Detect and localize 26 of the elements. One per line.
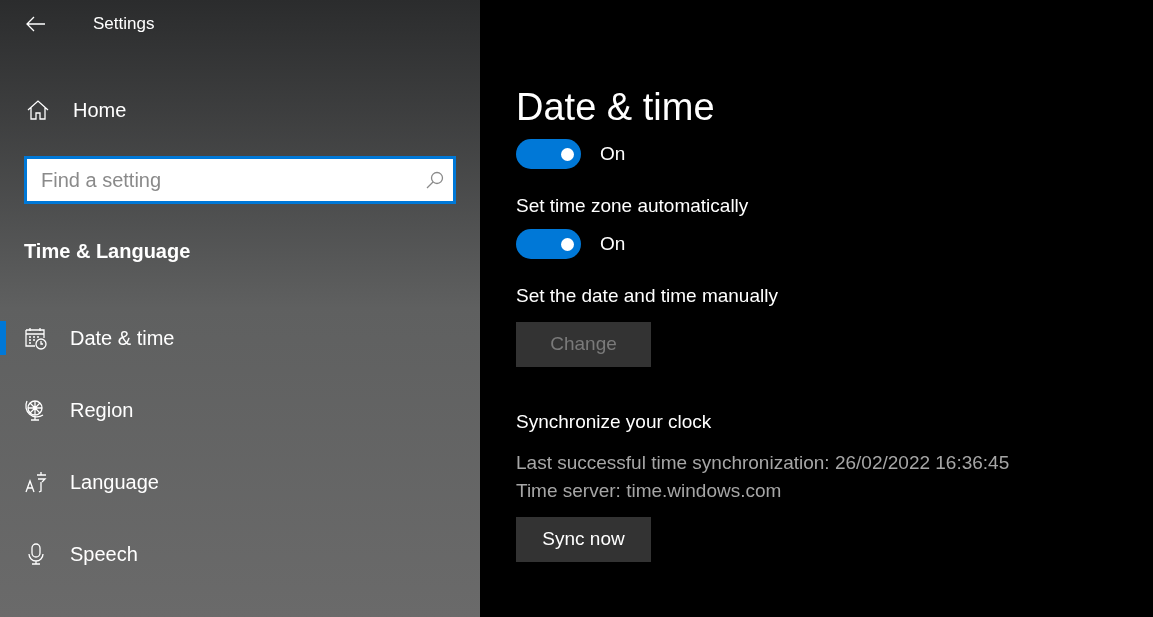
nav-item[interactable]: Region [0,386,480,434]
home-link[interactable]: Home [26,86,127,134]
home-icon [26,98,50,122]
nav-item[interactable]: Language [0,458,480,506]
window-title: Settings [93,13,155,36]
info-text: Time server: time.windows.com [516,479,783,503]
language-icon [24,470,48,494]
selection-indicator [0,321,6,355]
nav-item[interactable]: Speech [0,530,480,578]
nav-item[interactable]: Date & time [0,314,480,362]
action-button: Change [516,322,651,367]
toggle-state-label: On [600,141,626,166]
toggle-switch[interactable] [516,229,581,259]
info-text: Last successful time synchronization: 26/02/2022 16:36:45 [516,451,1011,475]
search-field[interactable]: Find a setting [24,156,456,204]
section-heading: Synchronize your clock [516,410,713,434]
setting-label: Set the date and time manually [516,284,779,308]
toggle-state-label: On [600,231,626,256]
back-arrow-icon [26,16,46,32]
search-icon [426,171,444,189]
calendar-clock-icon [24,326,48,350]
section-heading: Time & Language [24,239,192,264]
toggle-switch[interactable] [516,139,581,169]
setting-label: Set time zone automatically [516,194,750,218]
action-button[interactable]: Sync now [516,517,651,562]
page-title: Date & time [516,85,716,130]
